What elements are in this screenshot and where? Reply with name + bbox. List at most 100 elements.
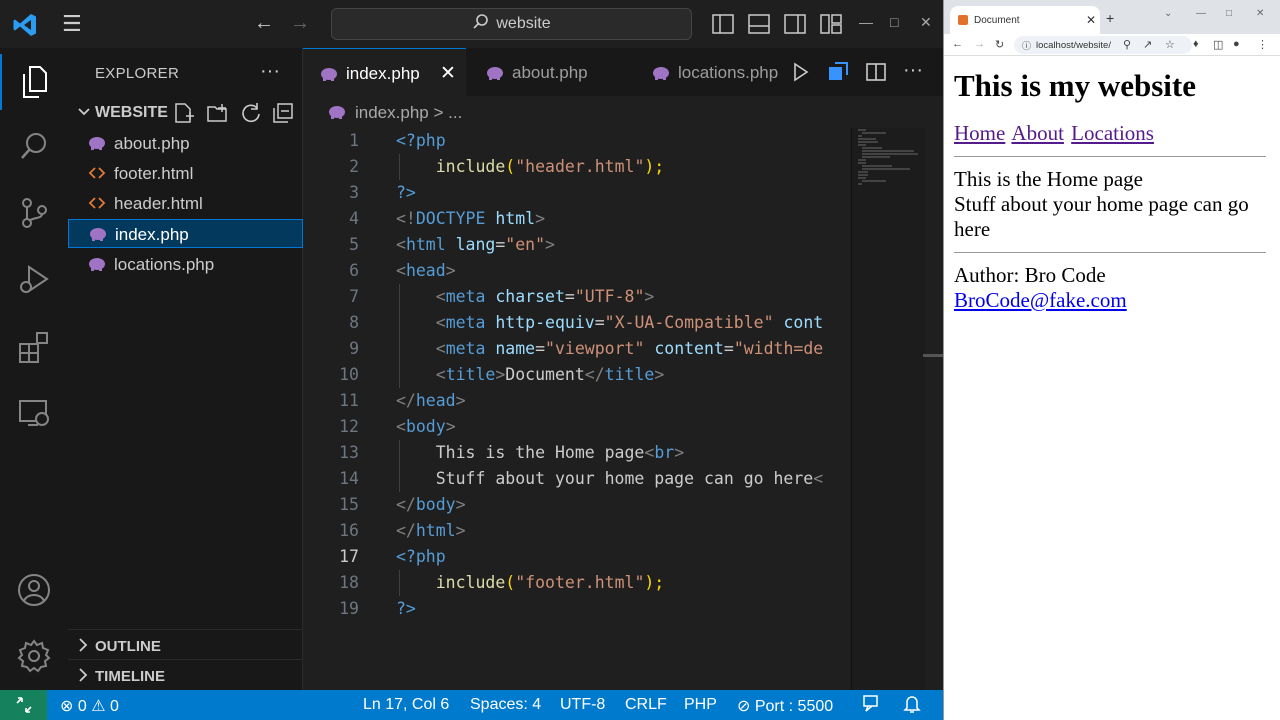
chevron-down-icon — [78, 108, 90, 116]
language-mode[interactable]: PHP — [684, 696, 717, 714]
settings-gear-icon[interactable] — [0, 628, 68, 684]
end-of-line[interactable]: CRLF — [625, 696, 667, 714]
close-window-icon[interactable]: ✕ — [920, 14, 932, 31]
nav-link-home[interactable]: Home — [954, 121, 1005, 145]
browser-tab[interactable]: Document ✕ — [950, 6, 1100, 34]
vscode-logo-icon — [13, 14, 36, 36]
email-link[interactable]: BroCode@fake.com — [954, 288, 1127, 312]
live-preview-icon[interactable] — [827, 61, 849, 88]
tab-about-php[interactable]: about.php — [469, 48, 632, 96]
toggle-primary-sidebar-icon[interactable] — [712, 14, 734, 34]
notifications-bell-icon[interactable] — [902, 694, 922, 719]
toggle-secondary-sidebar-icon[interactable] — [784, 14, 806, 34]
new-folder-icon[interactable] — [206, 102, 230, 129]
more-actions-icon[interactable]: ··· — [903, 60, 923, 88]
indentation[interactable]: Spaces: 4 — [470, 696, 541, 714]
tab-search-icon[interactable]: ⌄ — [1164, 8, 1172, 19]
html-brackets-icon — [88, 167, 106, 179]
file-footer-html[interactable]: footer.html — [68, 159, 303, 188]
explorer-icon[interactable] — [0, 54, 68, 110]
new-file-icon[interactable] — [172, 102, 196, 129]
editor-tab-bar: index.php ✕ about.php locations.php ··· — [303, 48, 943, 96]
timeline-section[interactable]: TIMELINE — [68, 659, 303, 689]
code-line: 3 ?> — [349, 183, 416, 202]
encoding[interactable]: UTF-8 — [560, 696, 605, 714]
nav-link-locations[interactable]: Locations — [1071, 121, 1154, 145]
no-entry-icon: ⊘ — [737, 698, 751, 715]
hamburger-menu-icon[interactable]: ☰ — [62, 13, 88, 35]
minimize-icon[interactable]: — — [859, 14, 873, 30]
breadcrumb-symbol[interactable]: ... — [448, 103, 462, 122]
extensions-icon[interactable] — [0, 319, 68, 375]
cursor-position[interactable]: Ln 17, Col 6 — [363, 696, 449, 714]
extensions-puzzle-icon[interactable]: ♦ — [1193, 38, 1199, 50]
split-editor-icon[interactable] — [865, 61, 887, 88]
code-line: 1 <?php — [349, 131, 446, 150]
php-elephant-icon — [89, 137, 105, 150]
horizontal-scrollbar[interactable] — [923, 354, 943, 357]
file-about-php[interactable]: about.php — [68, 129, 303, 158]
tab-index-php[interactable]: index.php ✕ — [303, 48, 466, 96]
breadcrumb-file[interactable]: index.php — [355, 103, 429, 122]
remote-explorer-icon[interactable] — [0, 386, 68, 442]
forward-arrow-icon[interactable]: → — [290, 12, 310, 35]
feedback-icon[interactable] — [862, 694, 882, 719]
outline-label: OUTLINE — [95, 638, 161, 655]
body-line: This is the Home page — [954, 167, 1143, 191]
source-control-icon[interactable] — [0, 185, 68, 241]
tab-locations-php[interactable]: locations.php — [635, 48, 785, 96]
collapse-all-icon[interactable] — [272, 102, 294, 129]
toggle-panel-icon[interactable] — [748, 14, 770, 34]
bookmark-star-icon[interactable]: ☆ — [1165, 38, 1175, 51]
close-tab-icon[interactable]: ✕ — [440, 62, 456, 85]
body-line: Stuff about your home page can go here — [954, 192, 1249, 241]
maximize-icon[interactable]: □ — [890, 14, 898, 30]
breadcrumb: index.php > ... — [303, 96, 943, 128]
zoom-icon[interactable]: ⚲ — [1123, 38, 1131, 51]
back-arrow-icon[interactable]: ← — [254, 12, 274, 35]
browser-menu-icon[interactable]: ⋮ — [1257, 38, 1268, 51]
file-locations-php[interactable]: locations.php — [68, 250, 303, 279]
customize-layout-icon[interactable] — [820, 14, 842, 34]
code-editor[interactable]: 1 <?php 2 include("header.html"); 3 ?> 4 <!… — [303, 128, 943, 690]
live-server-port[interactable]: ⊘ Port : 5500 — [737, 696, 833, 716]
maximize-icon[interactable]: □ — [1226, 8, 1232, 19]
folder-website[interactable]: WEBSITE — [68, 98, 303, 126]
title-bar: ☰ ← → website — □ ✕ — [0, 0, 943, 48]
php-elephant-icon — [487, 67, 503, 80]
run-debug-icon[interactable] — [0, 252, 68, 308]
file-header-html[interactable]: header.html — [68, 189, 303, 218]
profile-avatar-icon[interactable]: ● — [1233, 38, 1240, 50]
outline-section[interactable]: OUTLINE — [68, 629, 303, 659]
minimize-icon[interactable]: — — [1196, 8, 1206, 19]
explorer-sidebar: EXPLORER ··· WEBSITE about.php footer.ht… — [68, 48, 303, 690]
problems-indicator[interactable]: ⊗ 0 ⚠ 0 — [60, 696, 119, 716]
new-tab-icon[interactable]: + — [1106, 10, 1114, 26]
back-arrow-icon[interactable]: ← — [952, 38, 963, 50]
code-line: 2 include("header.html"); — [349, 157, 665, 176]
command-center-search[interactable]: website — [331, 8, 692, 40]
search-sidebar-icon[interactable] — [0, 118, 68, 174]
warning-count: 0 — [110, 698, 119, 715]
warning-icon: ⚠ — [91, 698, 106, 715]
account-icon[interactable] — [0, 562, 68, 618]
share-icon[interactable]: ↗ — [1143, 38, 1152, 51]
author-text: Author: Bro Code — [954, 263, 1106, 287]
site-info-icon[interactable]: ⓘ — [1022, 39, 1031, 52]
run-icon[interactable] — [791, 61, 811, 88]
forward-arrow-icon[interactable]: → — [974, 38, 985, 50]
side-panel-icon[interactable]: ◫ — [1213, 38, 1223, 51]
remote-indicator-icon[interactable] — [0, 690, 47, 720]
file-name: footer.html — [114, 164, 194, 183]
file-index-php[interactable]: index.php — [68, 219, 303, 248]
refresh-icon[interactable] — [240, 102, 262, 129]
code-line: 10 <title>Document</title> — [339, 365, 665, 384]
reload-icon[interactable]: ↻ — [995, 38, 1004, 51]
php-elephant-icon — [321, 68, 337, 81]
close-window-icon[interactable]: ✕ — [1256, 8, 1264, 19]
close-tab-icon[interactable]: ✕ — [1086, 13, 1096, 27]
more-actions-icon[interactable]: ··· — [260, 60, 280, 83]
nav-link-about[interactable]: About — [1011, 121, 1064, 145]
minimap[interactable] — [851, 128, 925, 690]
favicon-icon — [958, 15, 968, 25]
